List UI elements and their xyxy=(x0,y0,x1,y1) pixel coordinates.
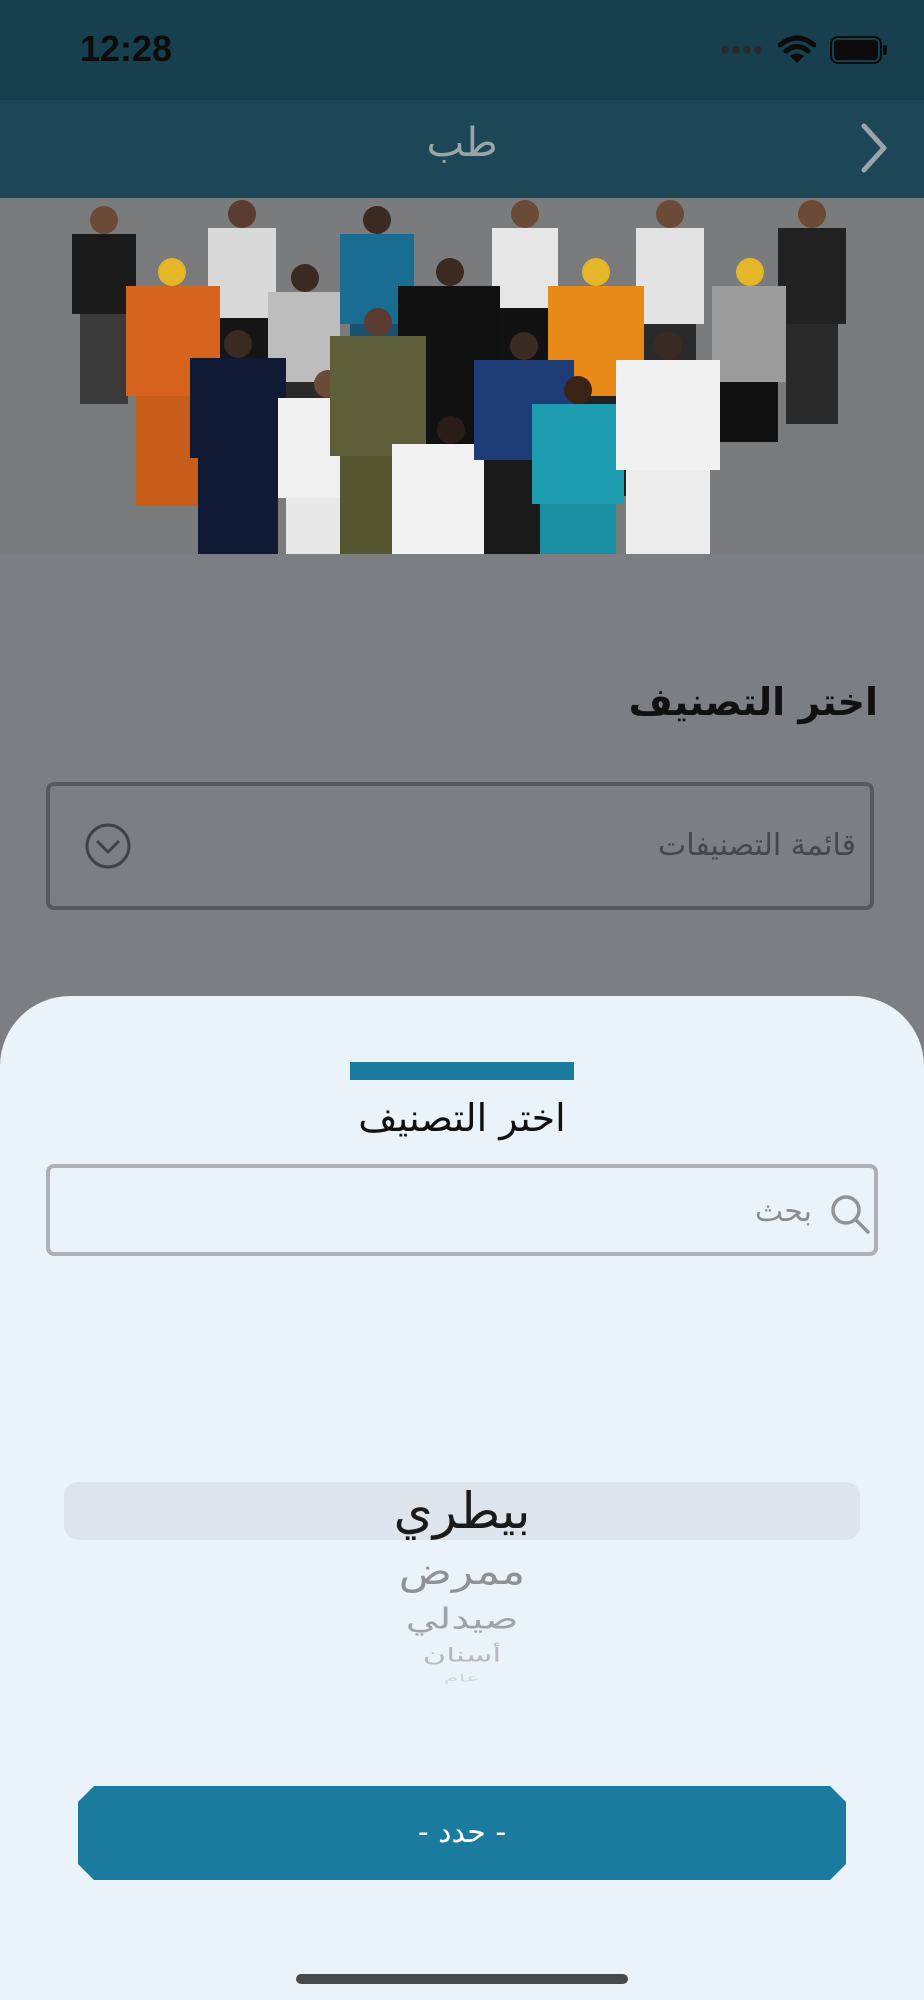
back-chevron-icon[interactable] xyxy=(854,120,894,176)
search-input[interactable]: بحث xyxy=(46,1164,878,1256)
section-title: اختر التصنيف xyxy=(628,680,878,724)
professions-banner-image xyxy=(0,198,924,554)
picker-item[interactable]: عام xyxy=(0,1672,924,1685)
sheet-title: اختر التصنيف xyxy=(358,1096,566,1140)
home-indicator xyxy=(296,1974,628,1984)
signal-icon xyxy=(721,46,762,54)
dropdown-placeholder: قائمة التصنيفات xyxy=(657,828,856,863)
dropdown-chevron-icon xyxy=(85,823,131,869)
select-button[interactable]: - حدد - xyxy=(78,1786,846,1880)
category-picker-sheet: اختر التصنيف بحث بيطري ممرض صيدلي أسنان … xyxy=(0,996,924,2000)
picker-item[interactable]: صيدلي xyxy=(0,1602,924,1635)
select-button-label: - حدد - xyxy=(417,1815,507,1850)
category-dropdown[interactable]: قائمة التصنيفات xyxy=(46,782,874,910)
status-bar: 12:28 xyxy=(0,0,924,100)
status-time: 12:28 xyxy=(80,28,173,69)
page-title: طب xyxy=(426,120,498,166)
picker-item[interactable]: أسنان xyxy=(0,1644,924,1667)
navigation-bar: طب xyxy=(0,100,924,198)
search-placeholder: بحث xyxy=(754,1194,812,1229)
wifi-icon xyxy=(778,35,816,63)
sheet-handle[interactable] xyxy=(350,1062,574,1080)
search-icon xyxy=(831,1195,870,1234)
picker-item-selected[interactable]: بيطري xyxy=(0,1482,924,1540)
people-illustration xyxy=(0,198,924,554)
battery-icon xyxy=(830,36,887,64)
status-icons xyxy=(720,30,888,70)
picker-item[interactable]: ممرض xyxy=(0,1550,924,1593)
